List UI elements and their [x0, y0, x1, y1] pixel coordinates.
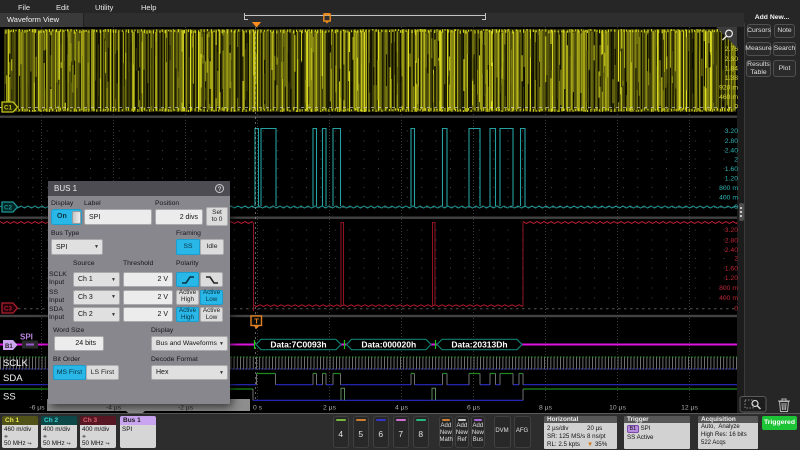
svg-text:-6 µs: -6 µs: [29, 405, 45, 412]
svg-text:10 µs: 10 µs: [609, 405, 626, 412]
svg-text:0: 0: [734, 306, 738, 313]
svg-text:1.60: 1.60: [725, 266, 738, 273]
svg-text:SDA: SDA: [3, 373, 23, 384]
svg-text:0: 0: [734, 204, 738, 211]
svg-text:6 µs: 6 µs: [467, 405, 481, 412]
svg-text:SPI: SPI: [20, 333, 33, 342]
svg-text:800 m: 800 m: [719, 285, 738, 292]
svg-text:460 m: 460 m: [719, 94, 738, 101]
svg-text:SCLK: SCLK: [3, 358, 28, 369]
svg-text:T: T: [254, 317, 259, 326]
svg-text:800 m: 800 m: [719, 185, 738, 192]
svg-text:12 µs: 12 µs: [681, 405, 698, 412]
svg-text:4 µs: 4 µs: [395, 405, 409, 412]
svg-text:2.80: 2.80: [725, 138, 738, 145]
svg-text:920 m: 920 m: [719, 85, 738, 92]
svg-text:1.20: 1.20: [725, 275, 738, 282]
svg-text:1.60: 1.60: [725, 166, 738, 173]
svg-text:0: 0: [734, 104, 738, 111]
svg-text:1.38: 1.38: [725, 75, 738, 82]
svg-text:C2: C2: [4, 205, 13, 212]
svg-text:8 µs: 8 µs: [539, 405, 553, 412]
svg-text:-4 µs: -4 µs: [106, 405, 122, 412]
svg-text:Data:20313Dh: Data:20313Dh: [451, 340, 507, 350]
svg-text:SS: SS: [3, 392, 16, 403]
svg-text:C1: C1: [4, 105, 13, 112]
svg-text:B1: B1: [5, 344, 13, 350]
svg-text:0 s: 0 s: [253, 405, 263, 412]
svg-text:3.20: 3.20: [725, 128, 738, 135]
svg-text:1.20: 1.20: [725, 176, 738, 183]
svg-text:Data:000020h: Data:000020h: [361, 340, 416, 350]
svg-text:400 m: 400 m: [719, 195, 738, 202]
svg-text:2.40: 2.40: [725, 247, 738, 254]
svg-text:-2 µs: -2 µs: [178, 405, 194, 412]
svg-text:400 m: 400 m: [719, 295, 738, 302]
svg-text:1.84: 1.84: [725, 66, 738, 73]
svg-text:3.20: 3.20: [725, 227, 738, 234]
svg-text:2: 2: [734, 157, 738, 164]
svg-text:2: 2: [734, 256, 738, 263]
svg-text:Data:7C0093h: Data:7C0093h: [270, 340, 326, 350]
svg-text:C3: C3: [4, 306, 13, 313]
svg-text:2.30: 2.30: [725, 56, 738, 63]
svg-text:2.80: 2.80: [725, 238, 738, 245]
svg-text:2 µs: 2 µs: [323, 405, 337, 412]
svg-text:2.40: 2.40: [725, 148, 738, 155]
